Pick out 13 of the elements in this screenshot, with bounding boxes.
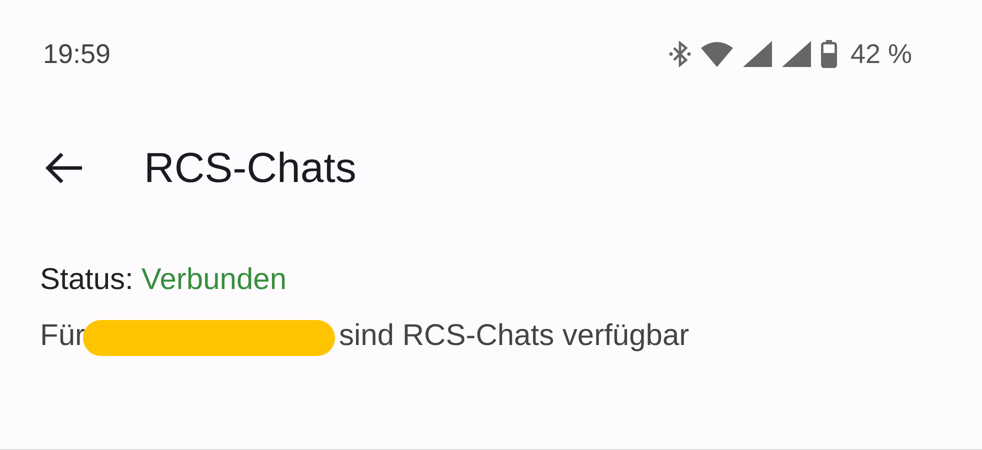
battery-percentage: 42 % xyxy=(850,38,912,70)
signal-icon xyxy=(782,41,812,67)
availability-text: Für xyxy=(40,319,85,353)
status-value: Verbunden xyxy=(141,263,287,297)
wifi-icon xyxy=(700,41,734,67)
clock-time: 19:59 xyxy=(43,38,111,70)
signal-icon xyxy=(743,41,774,67)
back-arrow-icon xyxy=(44,151,84,185)
availability-text: sind RCS-Chats verfügbar xyxy=(339,319,690,353)
bluetooth-icon xyxy=(669,41,692,67)
screen-title: RCS-Chats xyxy=(144,144,356,192)
battery-icon xyxy=(821,40,838,68)
status-label: Status: xyxy=(40,263,134,297)
